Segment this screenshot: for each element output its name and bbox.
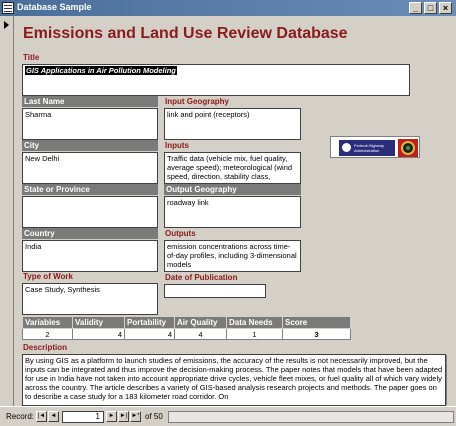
score-value[interactable]: 3 bbox=[282, 328, 351, 340]
scores-table: Variables Validity Portability Air Quali… bbox=[22, 316, 351, 340]
dot-seal-logo bbox=[398, 139, 418, 157]
state-label: State or Province bbox=[22, 184, 158, 195]
last-name-field[interactable]: Sharma bbox=[22, 108, 158, 140]
date-of-publication-field[interactable] bbox=[164, 284, 266, 298]
score-header: Score bbox=[282, 316, 351, 329]
fhwa-logo: Federal Highway Administration bbox=[339, 140, 395, 156]
validity-header: Validity bbox=[72, 316, 125, 329]
variables-header: Variables bbox=[22, 316, 73, 329]
validity-value[interactable]: 4 bbox=[72, 328, 125, 340]
air-quality-value[interactable]: 4 bbox=[174, 328, 227, 340]
maximize-button[interactable]: □ bbox=[424, 2, 437, 14]
next-record-button[interactable]: ► bbox=[106, 411, 117, 422]
air-quality-header: Air Quality bbox=[174, 316, 227, 329]
description-field[interactable]: By using GIS as a platform to launch stu… bbox=[22, 354, 446, 406]
output-geography-label: Output Geography bbox=[164, 184, 301, 195]
fhwa-logo-text: Federal Highway Administration bbox=[354, 143, 385, 153]
type-of-work-label: Type of Work bbox=[23, 272, 73, 281]
input-geography-field[interactable]: link and point (receptors) bbox=[164, 108, 301, 140]
form-heading: Emissions and Land Use Review Database bbox=[23, 25, 348, 42]
inputs-label: Inputs bbox=[165, 141, 189, 150]
new-record-button[interactable]: ►* bbox=[130, 411, 141, 422]
country-label: Country bbox=[22, 228, 158, 239]
title-label: Title bbox=[23, 53, 40, 62]
inputs-field[interactable]: Traffic data (vehicle mix, fuel quality,… bbox=[164, 152, 301, 184]
title-field[interactable]: GIS Applications in Air Pollution Modeli… bbox=[22, 64, 410, 96]
close-button[interactable]: × bbox=[439, 2, 452, 14]
city-label: City bbox=[22, 140, 158, 151]
record-number-input[interactable]: 1 bbox=[62, 411, 104, 423]
fhwa-emblem-icon bbox=[342, 143, 351, 152]
record-navigation-bar: Record: |◄ ◄ 1 ► ►| ►* of 50 bbox=[0, 406, 456, 426]
date-of-publication-label: Date of Publication bbox=[165, 273, 238, 282]
minimize-button[interactable]: _ bbox=[409, 2, 422, 14]
type-of-work-field[interactable]: Case Study, Synthesis bbox=[22, 283, 158, 315]
title-value: GIS Applications in Air Pollution Modeli… bbox=[25, 66, 177, 75]
description-scrollbar[interactable] bbox=[446, 355, 456, 405]
current-record-arrow-icon bbox=[4, 21, 9, 29]
portability-value[interactable]: 4 bbox=[124, 328, 175, 340]
state-field[interactable] bbox=[22, 196, 158, 228]
first-record-button[interactable]: |◄ bbox=[36, 411, 47, 422]
variables-value[interactable]: 2 bbox=[22, 328, 73, 340]
horizontal-scrollbar[interactable] bbox=[168, 411, 454, 423]
portability-header: Portability bbox=[124, 316, 175, 329]
scores-header-row: Variables Validity Portability Air Quali… bbox=[22, 316, 351, 329]
last-record-button[interactable]: ►| bbox=[118, 411, 129, 422]
last-name-label: Last Name bbox=[22, 96, 158, 107]
city-field[interactable]: New Delhi bbox=[22, 152, 158, 184]
output-geography-field[interactable]: roadway link bbox=[164, 196, 301, 228]
scores-value-row: 2 4 4 4 1 3 bbox=[22, 328, 351, 340]
record-selector[interactable] bbox=[0, 16, 14, 406]
input-geography-label: Input Geography bbox=[165, 97, 229, 106]
data-needs-value[interactable]: 1 bbox=[226, 328, 283, 340]
previous-record-button[interactable]: ◄ bbox=[48, 411, 59, 422]
country-field[interactable]: India bbox=[22, 240, 158, 272]
window-title: Database Sample bbox=[17, 2, 92, 12]
dot-seal-icon bbox=[401, 141, 415, 155]
description-label: Description bbox=[23, 343, 68, 352]
database-icon[interactable] bbox=[2, 2, 14, 14]
data-needs-header: Data Needs bbox=[226, 316, 283, 329]
outputs-label: Outputs bbox=[165, 229, 196, 238]
record-label: Record: bbox=[6, 412, 35, 421]
logo-panel: Federal Highway Administration bbox=[330, 136, 420, 158]
record-count: of 50 bbox=[145, 412, 163, 421]
outputs-field[interactable]: emission concentrations across time-of-d… bbox=[164, 240, 301, 272]
window-titlebar: Database Sample _ □ × bbox=[0, 0, 456, 16]
